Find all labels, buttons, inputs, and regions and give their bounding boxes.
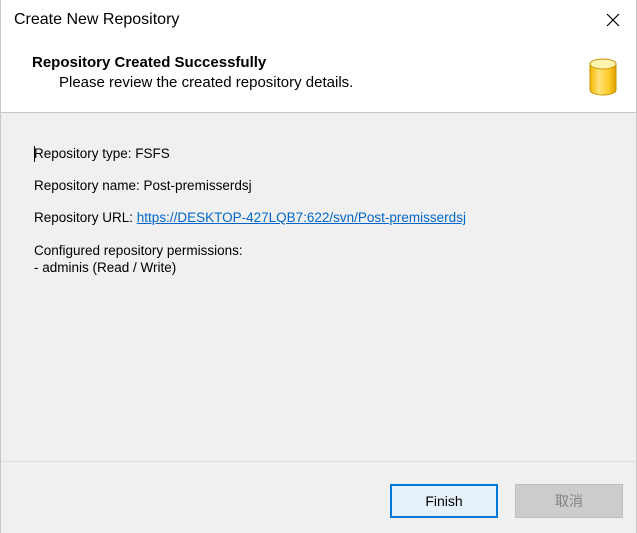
database-icon [589, 58, 617, 96]
close-button[interactable] [590, 0, 636, 40]
repository-name: Repository name: Post-premisserdsj [34, 178, 252, 193]
permission-item: - adminis (Read / Write) [34, 260, 177, 275]
repository-url-label: Repository URL: [34, 210, 137, 225]
window-title: Create New Repository [14, 11, 180, 28]
finish-button[interactable]: Finish [390, 484, 498, 518]
repository-url-link[interactable]: https://DESKTOP-427LQB7:622/svn/Post-pre… [137, 210, 466, 225]
repository-url-row: Repository URL: https://DESKTOP-427LQB7:… [34, 210, 466, 225]
wizard-header: Repository Created Successfully Please r… [1, 40, 636, 113]
title-bar: Create New Repository [1, 0, 636, 40]
header-subtitle: Please review the created repository det… [59, 74, 354, 91]
close-icon [606, 13, 620, 27]
repository-details: Repository type: FSFS Repository name: P… [1, 113, 636, 461]
header-title: Repository Created Successfully [32, 54, 267, 71]
cancel-button[interactable]: 取消 [515, 484, 623, 518]
button-bar: Finish 取消 [1, 461, 636, 533]
create-repository-dialog: Create New Repository Repository Created… [0, 0, 637, 533]
permissions-heading: Configured repository permissions: [34, 243, 243, 258]
repository-type: Repository type: FSFS [34, 146, 170, 161]
